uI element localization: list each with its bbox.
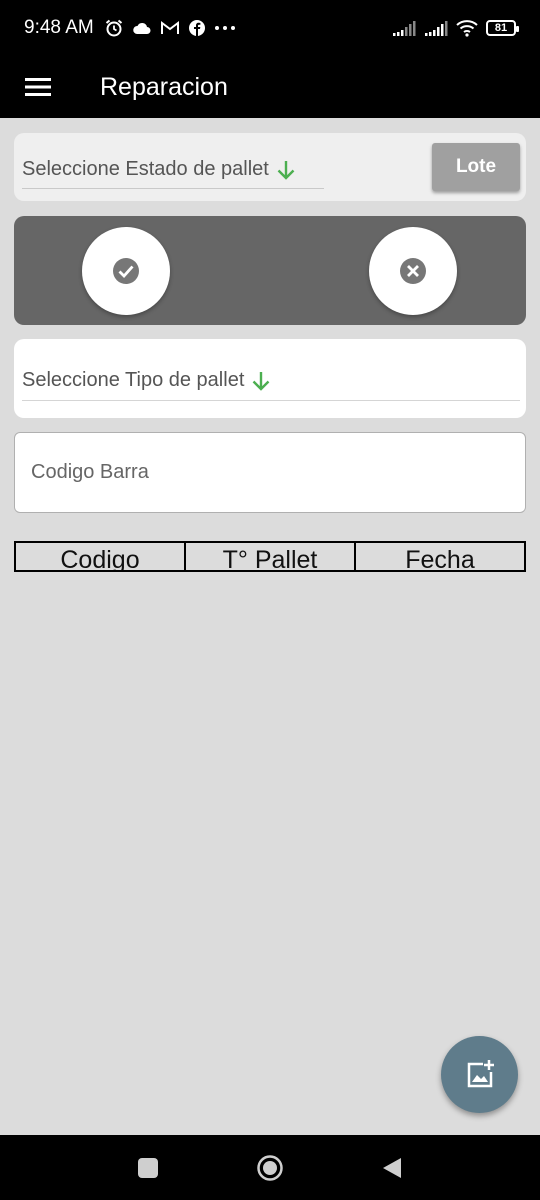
hamburger-icon	[25, 78, 51, 96]
signal-icon	[393, 21, 416, 36]
status-right: 81	[392, 19, 519, 37]
alarm-icon	[105, 19, 122, 37]
more-dots-icon	[214, 26, 235, 30]
status-icons-left	[104, 18, 236, 38]
home-button[interactable]	[235, 1135, 305, 1200]
back-icon	[383, 1157, 401, 1178]
screen: 9:48 AM 81 Reparacion Seleccione Estado …	[0, 0, 540, 1200]
estado-select-label: Seleccione Estado de pallet	[22, 158, 269, 180]
cancel-button[interactable]	[369, 227, 457, 315]
wifi-icon	[456, 20, 478, 37]
confirm-button[interactable]	[82, 227, 170, 315]
barcode-input[interactable]	[14, 432, 526, 513]
recents-button[interactable]	[113, 1135, 183, 1200]
cloud-icon	[132, 22, 151, 34]
cancel-circle-icon	[400, 258, 426, 284]
gmail-icon	[160, 21, 179, 34]
estado-card: Seleccione Estado de pallet Lote	[14, 133, 526, 201]
estado-pallet-select[interactable]: Seleccione Estado de pallet	[22, 151, 324, 189]
recents-icon	[138, 1157, 158, 1178]
status-time: 9:48 AM	[24, 17, 94, 38]
arrow-down-icon	[277, 160, 295, 180]
table-header-fecha-label: Fecha	[405, 546, 475, 571]
nav-bar	[0, 1135, 540, 1200]
app-bar: Reparacion	[0, 56, 540, 118]
back-button[interactable]	[357, 1135, 427, 1200]
data-table: Codigo T° Pallet Fecha	[14, 541, 526, 572]
tipo-select-label: Seleccione Tipo de pallet	[22, 369, 245, 391]
facebook-icon	[188, 20, 205, 36]
signal-icon	[425, 21, 448, 36]
arrow-down-icon	[253, 371, 270, 391]
table-header-tipo-pallet-label: T° Pallet	[222, 546, 318, 571]
battery-icon: 81	[486, 20, 519, 36]
table-header-tipo-pallet: T° Pallet	[186, 543, 356, 570]
home-icon	[257, 1154, 283, 1181]
check-circle-icon	[113, 258, 139, 284]
table-header-codigo: Codigo	[16, 543, 186, 570]
table-header-codigo-label: Codigo	[60, 546, 140, 571]
add-photo-icon	[467, 1059, 494, 1087]
lote-button[interactable]: Lote	[432, 143, 520, 191]
tipo-pallet-select[interactable]: Seleccione Tipo de pallet	[22, 361, 520, 401]
add-photo-button[interactable]	[441, 1036, 518, 1113]
status-left: 9:48 AM	[24, 17, 236, 39]
status-bar: 9:48 AM 81	[0, 0, 540, 56]
action-panel	[14, 216, 526, 325]
tipo-card: Seleccione Tipo de pallet	[14, 339, 526, 418]
table-header-fecha: Fecha	[356, 543, 524, 571]
page-title: Reparacion	[100, 72, 228, 101]
menu-button[interactable]	[0, 56, 76, 118]
